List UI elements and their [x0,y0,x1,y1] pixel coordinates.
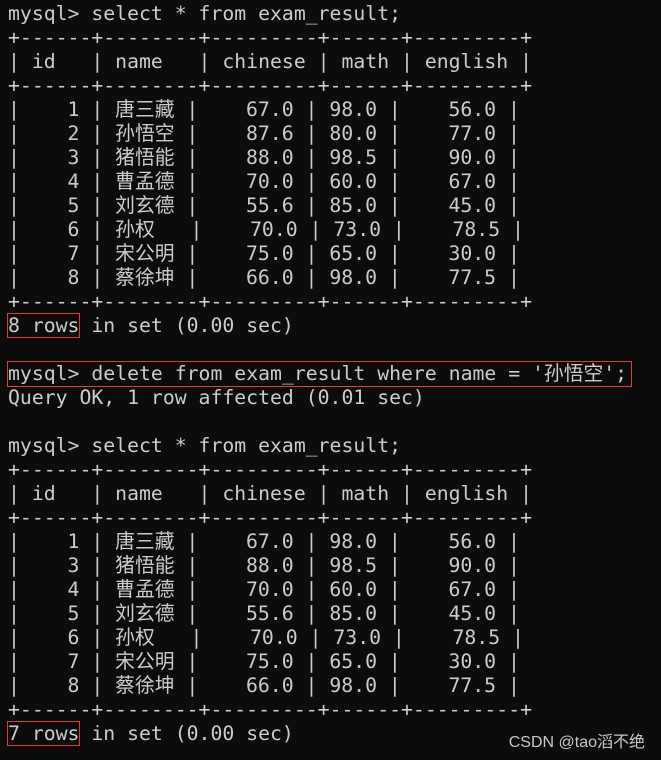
result-table-2: +------+--------+---------+------+------… [8,458,631,722]
table-row: | 3 | 猪悟能 | 88.0 | 98.5 | 90.0 | [8,146,520,169]
table-row: | 7 | 宋公明 | 75.0 | 65.0 | 30.0 | [8,242,520,265]
table-border: +------+--------+---------+------+------… [8,26,533,49]
command-line-select-1: mysql> select * from exam_result; [8,2,631,26]
table-row: | 8 | 蔡徐坤 | 66.0 | 98.0 | 77.5 | [8,266,520,289]
table-row: | 3 | 猪悟能 | 88.0 | 98.5 | 90.0 | [8,554,520,577]
table-row: | 1 | 唐三藏 | 67.0 | 98.0 | 56.0 | [8,98,520,121]
table-row: | 4 | 曹孟德 | 70.0 | 60.0 | 67.0 | [8,578,520,601]
table-row: | 4 | 曹孟德 | 70.0 | 60.0 | 67.0 | [8,170,520,193]
table-header: | id | name | chinese | math | english | [8,50,533,73]
prompt: mysql> [8,434,92,457]
row-count-highlight: 7 rows [6,721,81,746]
prompt: mysql> [8,2,92,25]
prompt: mysql> [8,362,92,385]
command-text: select * from exam_result; [91,2,402,25]
command-line-delete: mysql> delete from exam_result where nam… [6,361,633,387]
table-row: | 5 | 刘玄德 | 55.6 | 85.0 | 45.0 | [8,602,520,625]
table-row: | 5 | 刘玄德 | 55.6 | 85.0 | 45.0 | [8,194,520,217]
terminal-output: mysql> select * from exam_result; +-----… [6,2,633,746]
result-table-1: +------+--------+---------+------+------… [8,26,631,314]
table-row: | 6 | 孙权 | 70.0 | 73.0 | 78.5 | [8,218,524,241]
row-count-highlight: 8 rows [6,313,81,338]
table-row: | 2 | 孙悟空 | 87.6 | 80.0 | 77.0 | [8,122,520,145]
watermark: CSDN @tao滔不绝 [508,734,645,751]
table-row: | 8 | 蔡徐坤 | 66.0 | 98.0 | 77.5 | [8,674,520,697]
table-row: | 1 | 唐三藏 | 67.0 | 98.0 | 56.0 | [8,530,520,553]
table-border: +------+--------+---------+------+------… [8,506,533,529]
result-summary-text: in set (0.00 sec) [79,314,294,337]
table-border: +------+--------+---------+------+------… [8,698,533,721]
table-header: | id | name | chinese | math | english | [8,482,533,505]
command-line-select-2: mysql> select * from exam_result; [8,434,631,458]
result-summary-text: in set (0.00 sec) [79,722,294,745]
command-text: select * from exam_result; [91,434,402,457]
table-border: +------+--------+---------+------+------… [8,74,533,97]
table-row: | 7 | 宋公明 | 75.0 | 65.0 | 30.0 | [8,650,520,673]
table-border: +------+--------+---------+------+------… [8,290,533,313]
delete-result: Query OK, 1 row affected (0.01 sec) [8,386,425,409]
result-summary-1: 8 rows in set (0.00 sec) [6,313,631,338]
table-row: | 6 | 孙权 | 70.0 | 73.0 | 78.5 | [8,626,524,649]
command-text: delete from exam_result where name = '孙悟… [91,362,628,385]
table-border: +------+--------+---------+------+------… [8,458,533,481]
